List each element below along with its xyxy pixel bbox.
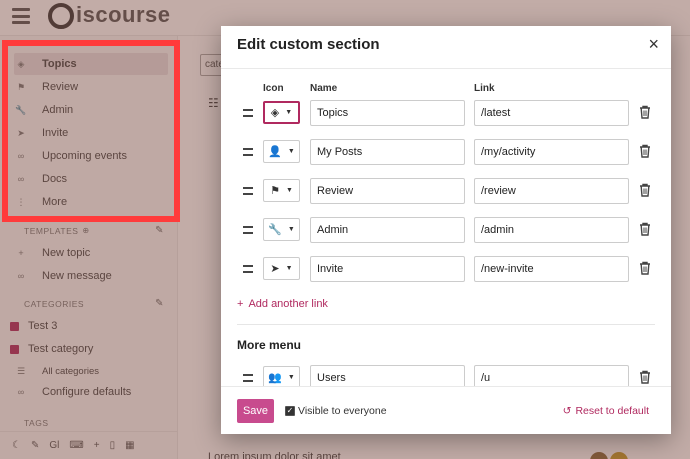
caret-down-icon: ▼ (287, 148, 295, 155)
modal-title: Edit custom section (237, 36, 380, 53)
trash-icon[interactable] (639, 183, 651, 197)
link-url-input[interactable]: /latest (474, 100, 629, 126)
link-url-input[interactable]: /new-invite (474, 256, 629, 282)
checkbox-label: Visible to everyone (298, 405, 387, 417)
link-name-input[interactable]: Invite (310, 256, 465, 282)
undo-icon: ↺ (562, 405, 572, 417)
reset-label: Reset to default (575, 405, 649, 417)
drag-handle-icon[interactable] (243, 226, 253, 234)
checkbox-checked-icon: ✓ (285, 406, 295, 416)
drag-handle-icon[interactable] (243, 109, 253, 117)
icon-picker[interactable]: ⚑ ▼ (263, 179, 300, 202)
trash-icon[interactable] (639, 370, 651, 384)
highlight-annotation (2, 40, 180, 222)
icon-column-header: Icon (263, 83, 284, 94)
user-icon: 👤 (268, 146, 282, 158)
name-column-header: Name (310, 83, 338, 94)
trash-icon[interactable] (639, 261, 651, 275)
link-url-input[interactable]: /u (474, 365, 629, 386)
layers-icon: ◈ (270, 107, 280, 119)
flag-icon: ⚑ (270, 185, 280, 197)
section-link-row: ➤ ▼ Invite /new-invite (221, 256, 671, 282)
link-name-input[interactable]: Topics (310, 100, 465, 126)
icon-picker[interactable]: ➤ ▼ (263, 257, 300, 280)
drag-handle-icon[interactable] (243, 374, 253, 382)
add-another-link-button[interactable]: + Add another link (237, 298, 328, 310)
drag-handle-icon[interactable] (243, 265, 253, 273)
section-link-row: ◈ ▼ Topics /latest (221, 100, 671, 126)
icon-picker[interactable]: ◈ ▼ (263, 101, 300, 124)
wrench-icon: 🔧 (268, 224, 282, 236)
trash-icon[interactable] (639, 144, 651, 158)
caret-down-icon: ▼ (285, 109, 293, 116)
paper-plane-icon: ➤ (270, 263, 280, 275)
link-column-header: Link (474, 83, 495, 94)
caret-down-icon: ▼ (287, 374, 295, 381)
link-name-input[interactable]: My Posts (310, 139, 465, 165)
trash-icon[interactable] (639, 105, 651, 119)
more-menu-title: More menu (237, 338, 302, 352)
section-link-row: 🔧 ▼ Admin /admin (221, 217, 671, 243)
link-name-input[interactable]: Users (310, 365, 465, 386)
save-button[interactable]: Save (237, 399, 274, 423)
add-link-label: Add another link (248, 298, 328, 310)
modal-body: Icon Name Link ◈ ▼ Topics /latest 👤 ▼ My P… (221, 68, 671, 386)
more-link-row: 👥 ▼ Users /u (221, 365, 671, 386)
users-icon: 👥 (268, 372, 282, 384)
visible-to-everyone-checkbox[interactable]: ✓ Visible to everyone (285, 405, 387, 417)
icon-picker[interactable]: 👥 ▼ (263, 366, 300, 386)
section-link-row: 👤 ▼ My Posts /my/activity (221, 139, 671, 165)
drag-handle-icon[interactable] (243, 148, 253, 156)
caret-down-icon: ▼ (287, 226, 295, 233)
icon-picker[interactable]: 🔧 ▼ (263, 218, 300, 241)
link-url-input[interactable]: /admin (474, 217, 629, 243)
caret-down-icon: ▼ (285, 265, 293, 272)
drag-handle-icon[interactable] (243, 187, 253, 195)
link-url-input[interactable]: /review (474, 178, 629, 204)
trash-icon[interactable] (639, 222, 651, 236)
section-divider (237, 324, 655, 325)
link-url-input[interactable]: /my/activity (474, 139, 629, 165)
link-name-input[interactable]: Admin (310, 217, 465, 243)
modal-footer: Save ✓ Visible to everyone ↺ Reset to def… (221, 386, 671, 434)
reset-to-default-button[interactable]: ↺ Reset to default (563, 405, 649, 417)
edit-custom-section-modal: Edit custom section × Icon Name Link ◈ ▼ … (221, 26, 671, 434)
link-name-input[interactable]: Review (310, 178, 465, 204)
section-link-row: ⚑ ▼ Review /review (221, 178, 671, 204)
plus-icon: + (237, 298, 244, 310)
icon-picker[interactable]: 👤 ▼ (263, 140, 300, 163)
close-icon[interactable]: × (648, 34, 659, 54)
caret-down-icon: ▼ (285, 187, 293, 194)
